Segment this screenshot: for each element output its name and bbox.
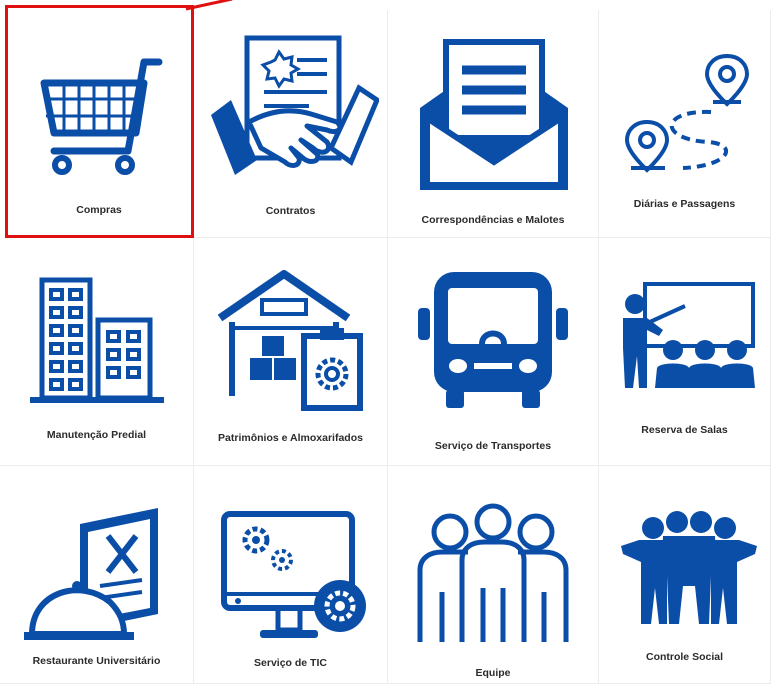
bus-icon (418, 272, 568, 408)
team-outline-icon (417, 503, 569, 642)
tile-label: Manutenção Predial (46, 429, 147, 441)
tile-label: Controle Social (645, 651, 723, 663)
tile-patrimonios[interactable]: Patrimônios e Almoxarifados (194, 238, 388, 466)
tile-label: Reserva de Salas (641, 424, 728, 436)
tile-reserva-salas[interactable]: Reserva de Salas (599, 238, 771, 466)
route-pins-icon (624, 53, 749, 173)
menu-cloche-icon (24, 508, 158, 640)
monitor-gears-icon (221, 511, 366, 638)
handshake-contract-icon (211, 35, 379, 175)
buildings-icon (30, 277, 164, 403)
tile-label: Restaurante Universitário (32, 655, 161, 667)
tile-transportes[interactable]: Serviço de Transportes (388, 238, 599, 466)
tile-manutencao[interactable]: Manutenção Predial (0, 238, 194, 466)
tile-label: Correspondências e Malotes (421, 214, 565, 226)
tile-compras[interactable]: Compras (5, 5, 194, 238)
tile-label: Diárias e Passagens (633, 198, 736, 210)
tile-equipe[interactable]: Equipe (388, 466, 599, 684)
tile-label: Serviço de Transportes (434, 440, 552, 452)
tile-restaurante[interactable]: Restaurante Universitário (0, 466, 194, 684)
tile-label: Compras (76, 204, 122, 216)
classroom-icon (623, 282, 755, 388)
tile-label: Equipe (475, 667, 511, 679)
highlight-pointer-line (185, 0, 233, 11)
tile-controle-social[interactable]: Controle Social (599, 466, 771, 684)
warehouse-clipboard-icon (217, 270, 363, 411)
tile-tic[interactable]: Serviço de TIC (194, 466, 388, 684)
envelope-letter-icon (420, 39, 568, 190)
tile-contratos[interactable]: Contratos (194, 10, 388, 238)
people-group-icon (621, 511, 757, 624)
shopping-cart-icon (40, 58, 163, 175)
tile-correspondencias[interactable]: Correspondências e Malotes (388, 10, 599, 238)
services-grid: Compras Contratos Correspondências e Mal… (0, 0, 771, 684)
tile-label: Patrimônios e Almoxarifados (218, 432, 363, 444)
tile-label: Serviço de TIC (254, 657, 327, 669)
tile-diarias[interactable]: Diárias e Passagens (599, 10, 771, 238)
tile-label: Contratos (265, 205, 316, 217)
